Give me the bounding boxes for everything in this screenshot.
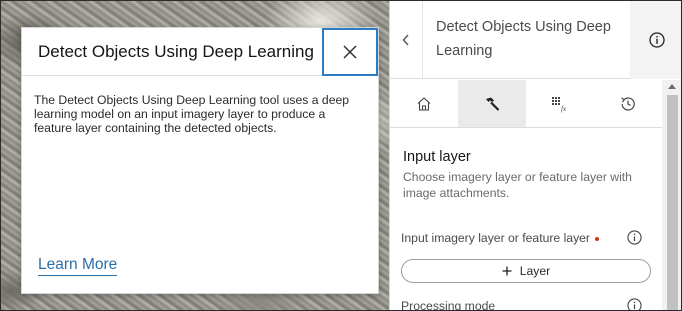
scroll-up-arrow-icon[interactable] (668, 84, 676, 89)
section-title: Input layer (403, 149, 471, 165)
app-frame: Detect Objects Using Deep Learning The D… (0, 0, 682, 311)
chevron-left-icon (402, 34, 409, 46)
svg-text:fx: fx (561, 105, 567, 113)
popup-title: Detect Objects Using Deep Learning (38, 42, 314, 61)
tab-raster-functions[interactable]: fx (526, 80, 594, 127)
tab-tools[interactable] (458, 80, 526, 127)
panel-tabs: fx (390, 80, 662, 128)
required-indicator (595, 236, 599, 241)
tab-history[interactable] (594, 80, 662, 127)
close-icon (343, 45, 357, 59)
hammer-icon (486, 97, 500, 111)
info-icon (648, 32, 665, 48)
scrollbar[interactable] (662, 80, 681, 310)
input-layer-label-text: Input imagery layer or feature layer (401, 231, 590, 245)
tab-home[interactable] (390, 80, 458, 127)
home-icon (417, 96, 431, 111)
processing-mode-info-button[interactable] (627, 298, 642, 310)
learn-more-link[interactable]: Learn More (38, 256, 118, 276)
panel-title: Detect Objects Using Deep Learning (436, 19, 611, 59)
panel-content: Input layer Choose imagery layer or feat… (390, 129, 662, 311)
section-description: Choose imagery layer or feature layer wi… (403, 170, 632, 200)
popup-header: Detect Objects Using Deep Learning (22, 28, 378, 76)
tool-panel: Detect Objects Using Deep Learning fx In… (389, 1, 681, 311)
tool-help-popup: Detect Objects Using Deep Learning The D… (21, 27, 379, 294)
input-layer-label: Input imagery layer or feature layer (401, 231, 599, 245)
add-layer-button[interactable]: Layer (401, 259, 651, 283)
info-icon (627, 298, 642, 310)
history-icon (621, 96, 635, 111)
raster-function-icon: fx (552, 96, 567, 113)
processing-mode-label: Processing mode (401, 299, 496, 311)
add-layer-button-label: Layer (519, 264, 551, 278)
info-icon (627, 230, 642, 245)
popup-description: The Detect Objects Using Deep Learning t… (34, 93, 350, 135)
input-layer-info-button[interactable] (627, 230, 642, 250)
close-button[interactable] (322, 28, 378, 76)
scrollbar-thumb[interactable] (667, 95, 678, 310)
info-button[interactable] (630, 1, 681, 79)
plus-icon (502, 266, 512, 276)
back-button[interactable] (390, 1, 423, 79)
panel-header: Detect Objects Using Deep Learning (390, 1, 681, 79)
